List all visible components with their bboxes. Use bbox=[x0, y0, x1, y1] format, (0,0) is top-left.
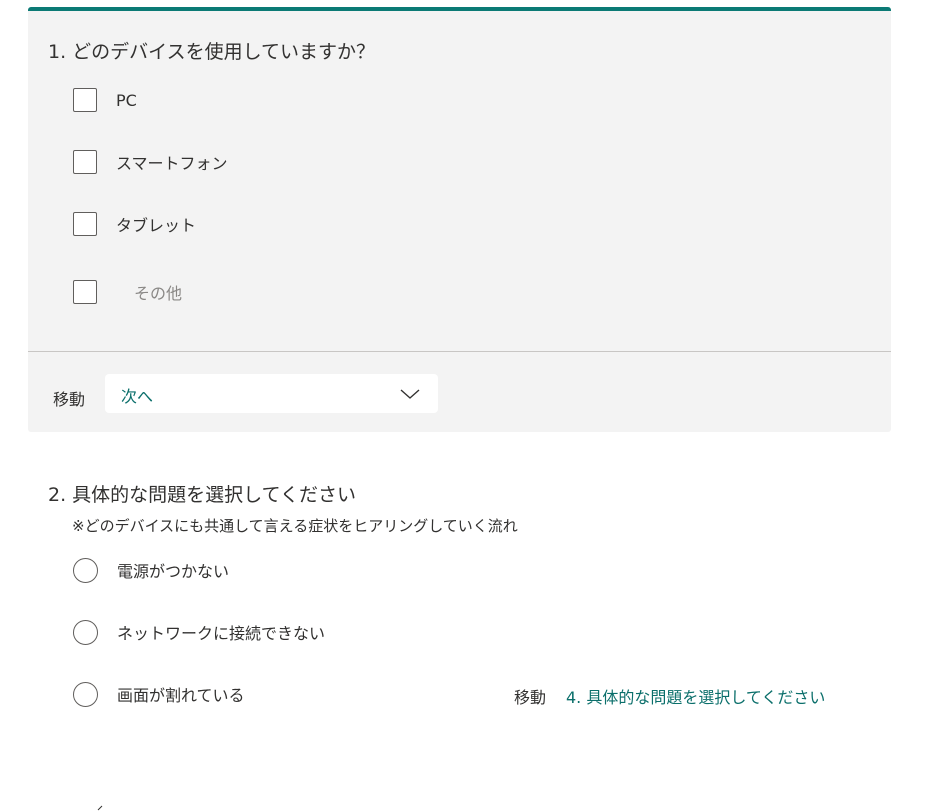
radio-button[interactable] bbox=[73, 557, 98, 583]
checkbox[interactable] bbox=[73, 212, 97, 236]
option-pc[interactable]: PC bbox=[73, 87, 137, 113]
checkbox[interactable] bbox=[73, 150, 97, 174]
checkbox[interactable] bbox=[73, 88, 97, 112]
radio-button[interactable] bbox=[73, 681, 98, 707]
chevron-down-icon bbox=[400, 389, 420, 399]
branch-target-link[interactable]: 4. 具体的な問題を選択してください bbox=[566, 684, 825, 708]
question-1-card: 1. どのデバイスを使用していますか？ PC スマートフォン タブレット その他… bbox=[28, 7, 891, 432]
option-label: ネットワークに接続できない bbox=[117, 624, 326, 643]
divider bbox=[28, 351, 891, 352]
option-label: スマートフォン bbox=[116, 154, 228, 173]
option-smartphone[interactable]: スマートフォン bbox=[73, 149, 228, 175]
question-2-subtitle: ※どのデバイスにも共通して言える症状をヒアリングしていく流れ bbox=[72, 517, 518, 535]
partial-element bbox=[97, 805, 103, 811]
option-label: 電源がつかない bbox=[117, 562, 230, 581]
option-no-network[interactable]: ネットワークに接続できない bbox=[73, 619, 325, 645]
option-no-power[interactable]: 電源がつかない bbox=[73, 557, 229, 583]
question-1-title: 1. どのデバイスを使用していますか？ bbox=[48, 41, 376, 63]
branch-label: 移動 bbox=[53, 390, 86, 409]
question-2-title: 2. 具体的な問題を選択してください bbox=[48, 484, 357, 506]
option-label: 画面が割れている bbox=[117, 686, 245, 705]
branch-dropdown-value: 次へ bbox=[121, 387, 154, 406]
radio-button[interactable] bbox=[73, 619, 98, 645]
other-input[interactable]: その他 bbox=[134, 280, 182, 304]
option-label: タブレット bbox=[116, 216, 197, 235]
option-label: PC bbox=[116, 90, 137, 110]
checkbox[interactable] bbox=[73, 280, 97, 304]
option-tablet[interactable]: タブレット bbox=[73, 211, 196, 237]
branch-dropdown[interactable]: 次へ bbox=[105, 374, 438, 413]
option-cracked-screen[interactable]: 画面が割れている bbox=[73, 681, 245, 707]
branch-label: 移動 bbox=[514, 688, 547, 707]
option-other[interactable]: その他 bbox=[73, 279, 182, 305]
